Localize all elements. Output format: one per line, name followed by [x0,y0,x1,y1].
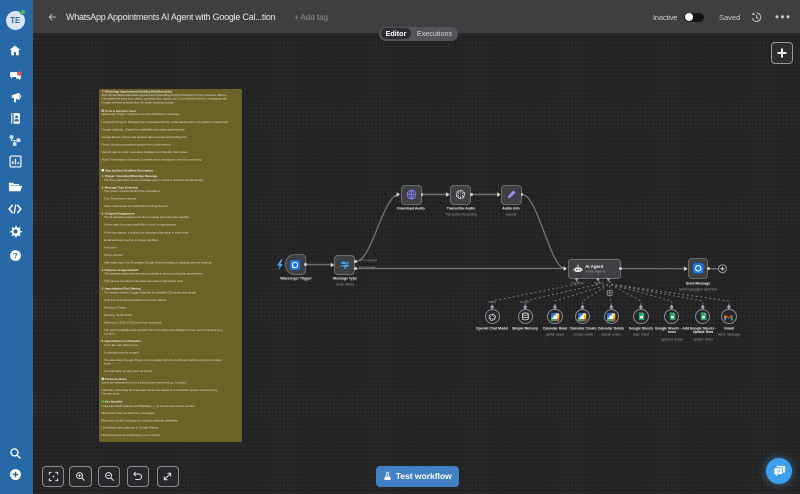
svg-text:?: ? [13,251,18,260]
svg-text:?: ? [776,469,779,475]
